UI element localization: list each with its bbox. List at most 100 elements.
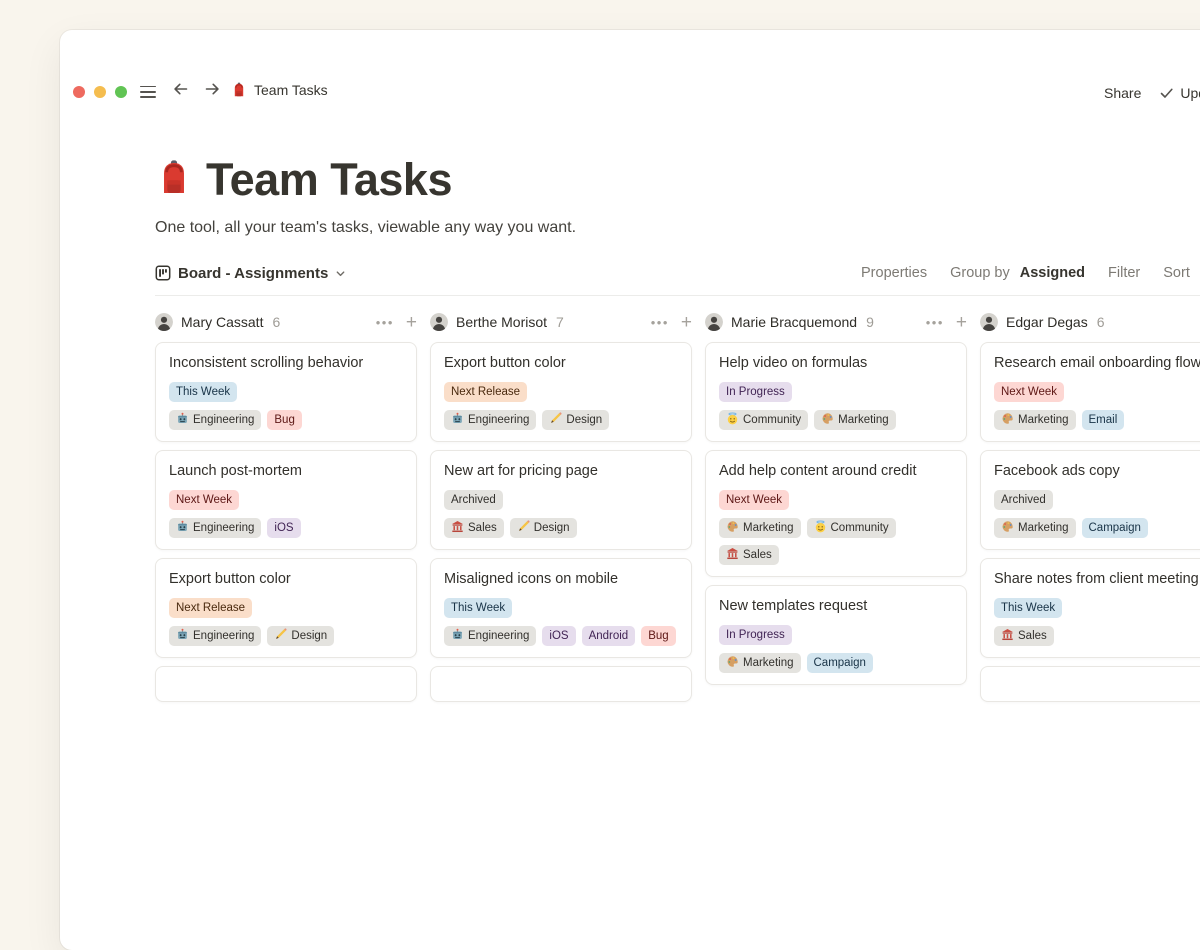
pencil-icon xyxy=(274,628,287,644)
board-view-icon xyxy=(155,265,171,281)
task-card[interactable]: Help video on formulas In Progress Communi… xyxy=(705,342,967,442)
board-column: Berthe Morisot7•••+Export button colorNe… xyxy=(430,311,692,702)
breadcrumb[interactable]: Team Tasks xyxy=(231,82,328,98)
traffic-lights xyxy=(73,86,127,98)
tag-pill: Engineering xyxy=(169,518,261,538)
group-by-button[interactable]: Group byAssigned xyxy=(950,265,1085,281)
assignee-name: Berthe Morisot xyxy=(456,314,547,330)
task-card[interactable]: Facebook ads copy Archived Marketing Campai… xyxy=(980,450,1200,550)
sort-button[interactable]: Sort xyxy=(1163,265,1190,281)
column-more-button[interactable]: ••• xyxy=(376,315,394,330)
tag-pill: Email xyxy=(1082,410,1125,430)
board-column: Mary Cassatt6•••+Inconsistent scrolling … xyxy=(155,311,417,702)
robot-icon xyxy=(451,412,464,428)
tag-pill: This Week xyxy=(994,598,1062,618)
task-card[interactable]: Misaligned icons on mobileThis WeekEngin… xyxy=(430,558,692,658)
backpack-icon xyxy=(231,82,247,98)
tag-pill: Sales xyxy=(444,518,504,538)
task-title: Facebook ads copy xyxy=(994,462,1200,481)
breadcrumb-title: Team Tasks xyxy=(254,82,328,98)
window-chrome: Team Tasks Share Upd xyxy=(60,30,1200,112)
board-column: Edgar Degas6•••+Research email onboardin… xyxy=(980,311,1200,702)
task-card-partial[interactable] xyxy=(430,666,692,702)
updates-button[interactable]: Upd xyxy=(1159,85,1200,101)
tag-pill: Community xyxy=(719,410,808,430)
properties-button[interactable]: Properties xyxy=(861,265,927,281)
tag-pill: Engineering xyxy=(444,626,536,646)
minimize-window-button[interactable] xyxy=(94,86,106,98)
view-name: Board - Assignments xyxy=(178,265,328,282)
tag-pill: iOS xyxy=(542,626,575,646)
bank-icon xyxy=(451,520,464,536)
page-subtitle: One tool, all your team's tasks, viewabl… xyxy=(155,219,1200,237)
tag-pill: iOS xyxy=(267,518,300,538)
card-count: 6 xyxy=(1097,314,1105,330)
page-icon-backpack[interactable] xyxy=(155,159,193,202)
tag-pill: Archived xyxy=(994,490,1053,510)
chevron-down-icon xyxy=(335,268,346,279)
tag-pill: Archived xyxy=(444,490,503,510)
tag-pill: Marketing xyxy=(719,518,801,538)
task-card[interactable]: Add help content around creditNext WeekM… xyxy=(705,450,967,577)
tag-pill: Campaign xyxy=(1082,518,1148,538)
tag-pill: Next Week xyxy=(719,490,789,510)
task-card-partial[interactable] xyxy=(155,666,417,702)
tag-pill: Design xyxy=(510,518,577,538)
tag-pill: Sales xyxy=(719,545,779,565)
filter-button[interactable]: Filter xyxy=(1108,265,1140,281)
tag-pill: Engineering xyxy=(444,410,536,430)
column-add-card-button[interactable]: + xyxy=(406,313,417,332)
tag-pill: In Progress xyxy=(719,382,792,402)
task-card[interactable]: Inconsistent scrolling behaviorThis Week… xyxy=(155,342,417,442)
tag-pill: Bug xyxy=(641,626,675,646)
tag-pill: Next Week xyxy=(169,490,239,510)
tag-pill: Campaign xyxy=(807,653,873,673)
robot-icon xyxy=(451,628,464,644)
task-title: Share notes from client meeting xyxy=(994,570,1200,589)
share-button[interactable]: Share xyxy=(1104,85,1141,101)
column-more-button[interactable]: ••• xyxy=(651,315,669,330)
task-card[interactable]: Research email onboarding flows Next Week… xyxy=(980,342,1200,442)
tag-pill: Design xyxy=(542,410,609,430)
card-count: 9 xyxy=(866,314,874,330)
task-card[interactable]: Share notes from client meeting This Week… xyxy=(980,558,1200,658)
task-card[interactable]: Export button colorNext ReleaseEngineeri… xyxy=(155,558,417,658)
column-add-card-button[interactable]: + xyxy=(681,313,692,332)
tag-pill: This Week xyxy=(444,598,512,618)
zoom-window-button[interactable] xyxy=(115,86,127,98)
task-title: Export button color xyxy=(169,570,403,589)
robot-icon xyxy=(176,520,189,536)
robot-icon xyxy=(176,412,189,428)
tag-pill: Design xyxy=(267,626,334,646)
task-title: Research email onboarding flows xyxy=(994,354,1200,373)
task-card[interactable]: New art for pricing page Archived Sales Des… xyxy=(430,450,692,550)
column-add-card-button[interactable]: + xyxy=(956,313,967,332)
task-card-partial[interactable] xyxy=(980,666,1200,702)
tag-pill: Engineering xyxy=(169,626,261,646)
tag-pill: Next Week xyxy=(994,382,1064,402)
tag-pill: Next Release xyxy=(444,382,527,402)
task-card[interactable]: Export button colorNext ReleaseEngineeri… xyxy=(430,342,692,442)
column-header: Mary Cassatt6•••+ xyxy=(155,311,417,333)
app-window: Team Tasks Share Upd Team Tasks One tool… xyxy=(60,30,1200,950)
task-card[interactable]: New templates requestIn ProgressMarketin… xyxy=(705,585,967,685)
tag-pill: Marketing xyxy=(814,410,896,430)
assignee-avatar xyxy=(155,313,173,331)
column-more-button[interactable]: ••• xyxy=(926,315,944,330)
back-arrow-icon[interactable] xyxy=(171,80,190,98)
close-window-button[interactable] xyxy=(73,86,85,98)
sidebar-menu-icon[interactable] xyxy=(140,86,156,98)
task-title: New art for pricing page xyxy=(444,462,678,481)
forward-arrow-icon[interactable] xyxy=(203,80,222,98)
tag-pill: This Week xyxy=(169,382,237,402)
tag-pill: Sales xyxy=(994,626,1054,646)
tag-pill: Bug xyxy=(267,410,301,430)
toolbar-divider xyxy=(155,295,1200,296)
tag-pill: Marketing xyxy=(994,518,1076,538)
task-card[interactable]: Launch post-mortemNext WeekEngineeringiO… xyxy=(155,450,417,550)
palette-icon xyxy=(1001,520,1014,536)
assignee-avatar xyxy=(430,313,448,331)
task-title: Help video on formulas xyxy=(719,354,953,373)
tag-pill: Community xyxy=(807,518,896,538)
view-switcher[interactable]: Board - Assignments xyxy=(155,265,346,282)
